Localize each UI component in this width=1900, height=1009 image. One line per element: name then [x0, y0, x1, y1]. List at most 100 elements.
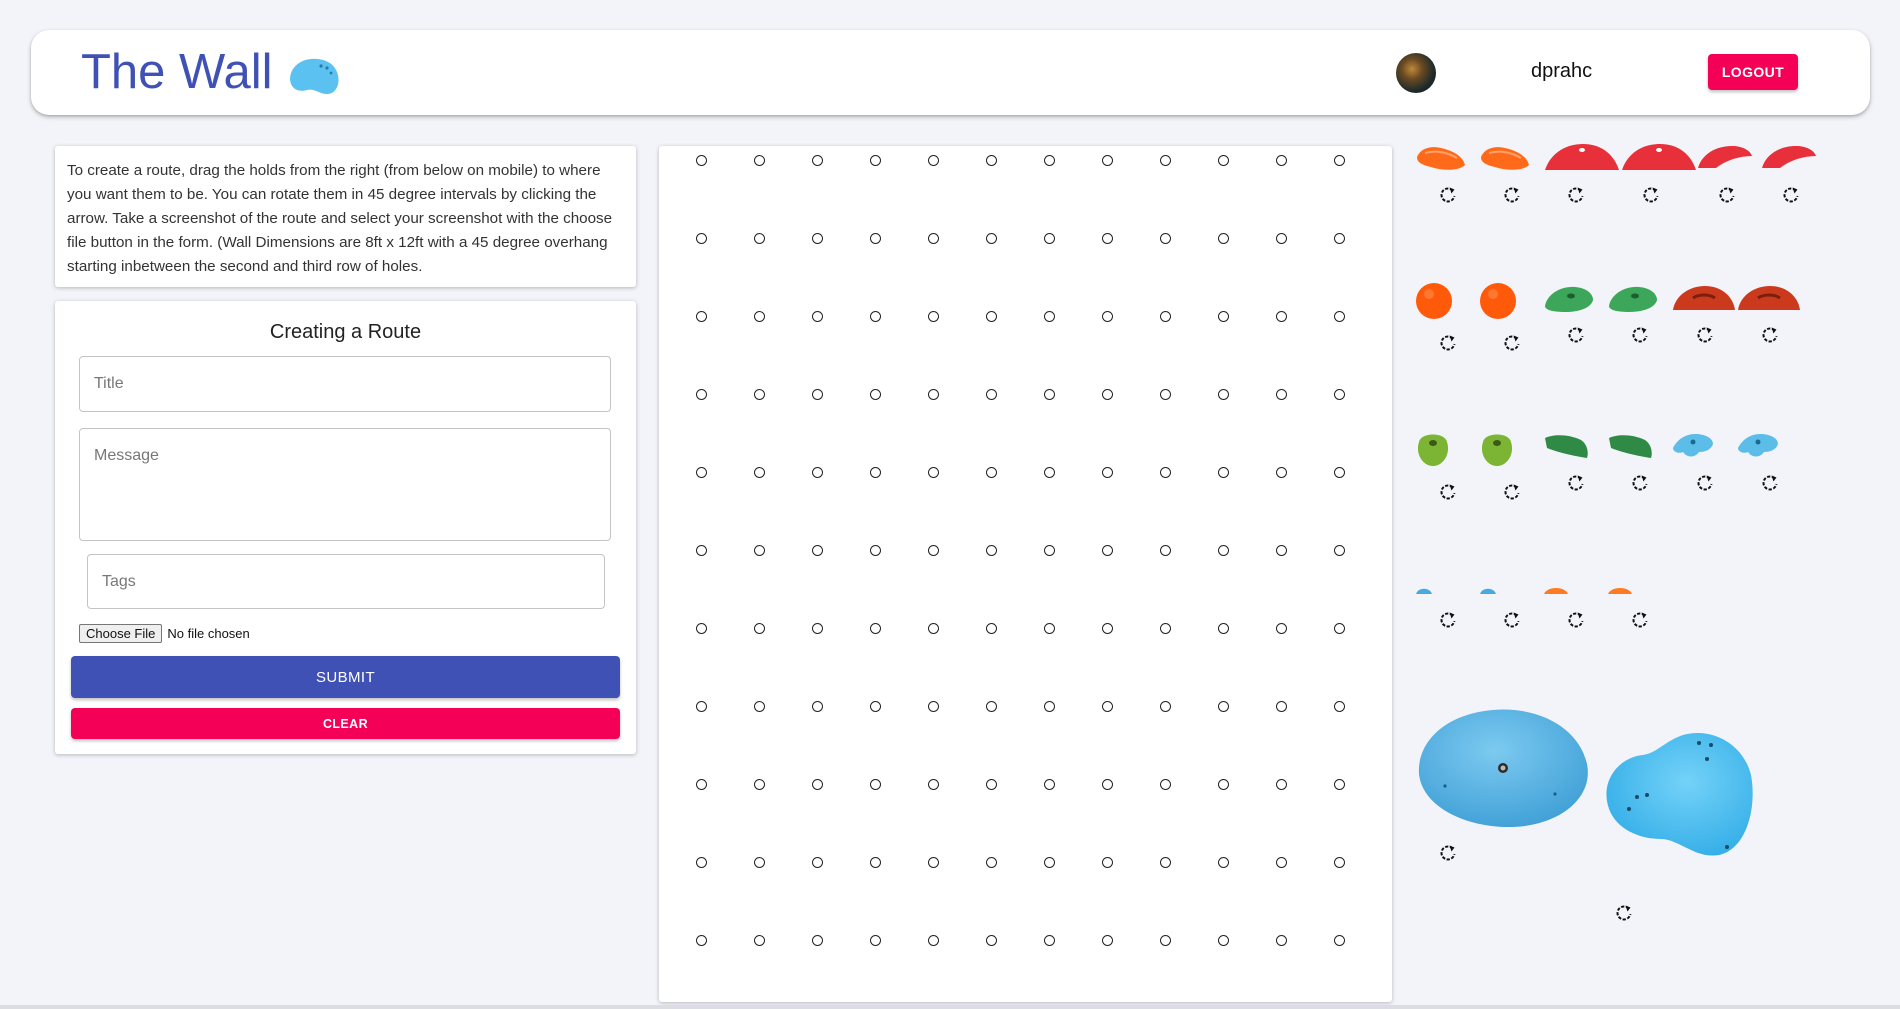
orange-edge-hold[interactable]	[1415, 143, 1467, 173]
wall-hole[interactable]	[1160, 233, 1171, 244]
wall-hole[interactable]	[1276, 389, 1287, 400]
wall-hole[interactable]	[1276, 779, 1287, 790]
message-textarea[interactable]: Message	[79, 428, 611, 541]
wall-hole[interactable]	[986, 779, 997, 790]
wall-hole[interactable]	[1160, 779, 1171, 790]
wall-hole[interactable]	[986, 233, 997, 244]
blue-crimp-hold[interactable]	[1736, 430, 1780, 460]
wall-hole[interactable]	[1276, 233, 1287, 244]
wall-hole[interactable]	[1276, 311, 1287, 322]
lime-pocket-hold[interactable]	[1415, 430, 1451, 468]
wall-hole[interactable]	[1102, 155, 1113, 166]
wall-hole[interactable]	[1044, 779, 1055, 790]
wall-hole[interactable]	[754, 545, 765, 556]
rotate-icon[interactable]	[1566, 325, 1586, 345]
blue-foot-chip[interactable]	[1479, 584, 1497, 596]
wall-hole[interactable]	[1160, 389, 1171, 400]
wall-hole[interactable]	[870, 779, 881, 790]
wall-hole[interactable]	[928, 389, 939, 400]
rotate-icon[interactable]	[1630, 610, 1650, 630]
wall-hole[interactable]	[1044, 623, 1055, 634]
wall-hole[interactable]	[1160, 857, 1171, 868]
wall-hole[interactable]	[754, 779, 765, 790]
wall-hole[interactable]	[1102, 545, 1113, 556]
wall-hole[interactable]	[870, 155, 881, 166]
choose-file-button[interactable]: Choose File	[79, 624, 163, 643]
wall-hole[interactable]	[1160, 467, 1171, 478]
wall-hole[interactable]	[1218, 701, 1229, 712]
app-title[interactable]: The Wall	[81, 44, 273, 100]
rotate-icon[interactable]	[1438, 610, 1458, 630]
wall-hole[interactable]	[812, 467, 823, 478]
wall-hole[interactable]	[1102, 233, 1113, 244]
wall-hole[interactable]	[1218, 623, 1229, 634]
wall-hole[interactable]	[754, 389, 765, 400]
wall-hole[interactable]	[1218, 311, 1229, 322]
rotate-icon[interactable]	[1502, 482, 1522, 502]
wall-hole[interactable]	[928, 623, 939, 634]
wall-hole[interactable]	[754, 857, 765, 868]
wall-hole[interactable]	[986, 623, 997, 634]
wall-hole[interactable]	[1218, 857, 1229, 868]
wall-hole[interactable]	[754, 311, 765, 322]
rotate-icon[interactable]	[1630, 325, 1650, 345]
green-sloper-hold[interactable]	[1607, 284, 1659, 314]
wall-hole[interactable]	[1276, 701, 1287, 712]
submit-button[interactable]: SUBMIT	[71, 656, 620, 698]
wall-hole[interactable]	[696, 155, 707, 166]
wall-hole[interactable]	[1044, 935, 1055, 946]
lime-pocket-hold[interactable]	[1479, 430, 1515, 468]
rotate-icon[interactable]	[1438, 185, 1458, 205]
wall-hole[interactable]	[1218, 935, 1229, 946]
rotate-icon[interactable]	[1566, 185, 1586, 205]
wall-hole[interactable]	[928, 155, 939, 166]
wall-hole[interactable]	[1218, 779, 1229, 790]
wall-hole[interactable]	[812, 233, 823, 244]
rotate-icon[interactable]	[1781, 185, 1801, 205]
blue-crimp-hold[interactable]	[1671, 430, 1715, 460]
rotate-icon[interactable]	[1438, 482, 1458, 502]
wall-hole[interactable]	[928, 467, 939, 478]
rotate-icon[interactable]	[1502, 185, 1522, 205]
wall-hole[interactable]	[870, 467, 881, 478]
wall-hole[interactable]	[812, 701, 823, 712]
wall-hole[interactable]	[1044, 233, 1055, 244]
wall-hole[interactable]	[1334, 935, 1345, 946]
wall-hole[interactable]	[1044, 701, 1055, 712]
rotate-icon[interactable]	[1695, 325, 1715, 345]
wall-hole[interactable]	[870, 623, 881, 634]
wall-hole[interactable]	[928, 857, 939, 868]
wall-hole[interactable]	[1102, 467, 1113, 478]
blue-foot-chip[interactable]	[1415, 584, 1433, 596]
rotate-icon[interactable]	[1566, 473, 1586, 493]
wall-hole[interactable]	[754, 467, 765, 478]
wall-hole[interactable]	[928, 779, 939, 790]
blue-volume-large[interactable]	[1603, 731, 1757, 859]
rotate-icon[interactable]	[1438, 333, 1458, 353]
wall-hole[interactable]	[812, 857, 823, 868]
green-pinch-hold[interactable]	[1607, 432, 1653, 460]
wall-hole[interactable]	[928, 935, 939, 946]
wall-hole[interactable]	[1102, 857, 1113, 868]
wall-hole[interactable]	[1334, 779, 1345, 790]
wall-hole[interactable]	[1102, 935, 1113, 946]
wall-hole[interactable]	[696, 857, 707, 868]
wall-hole[interactable]	[696, 389, 707, 400]
wall-hole[interactable]	[1334, 155, 1345, 166]
wall-hole[interactable]	[696, 311, 707, 322]
wall-hole[interactable]	[1160, 701, 1171, 712]
wall-hole[interactable]	[928, 545, 939, 556]
wall-hole[interactable]	[696, 935, 707, 946]
wall-hole[interactable]	[870, 935, 881, 946]
wall-hole[interactable]	[986, 935, 997, 946]
wall-hole[interactable]	[1276, 155, 1287, 166]
climbing-wall[interactable]	[659, 146, 1392, 1002]
title-input[interactable]: Title	[79, 356, 611, 412]
wall-hole[interactable]	[986, 389, 997, 400]
avatar[interactable]	[1396, 53, 1436, 93]
wall-hole[interactable]	[870, 701, 881, 712]
wall-hole[interactable]	[1334, 467, 1345, 478]
wall-hole[interactable]	[986, 701, 997, 712]
wall-hole[interactable]	[1218, 467, 1229, 478]
wall-hole[interactable]	[986, 467, 997, 478]
